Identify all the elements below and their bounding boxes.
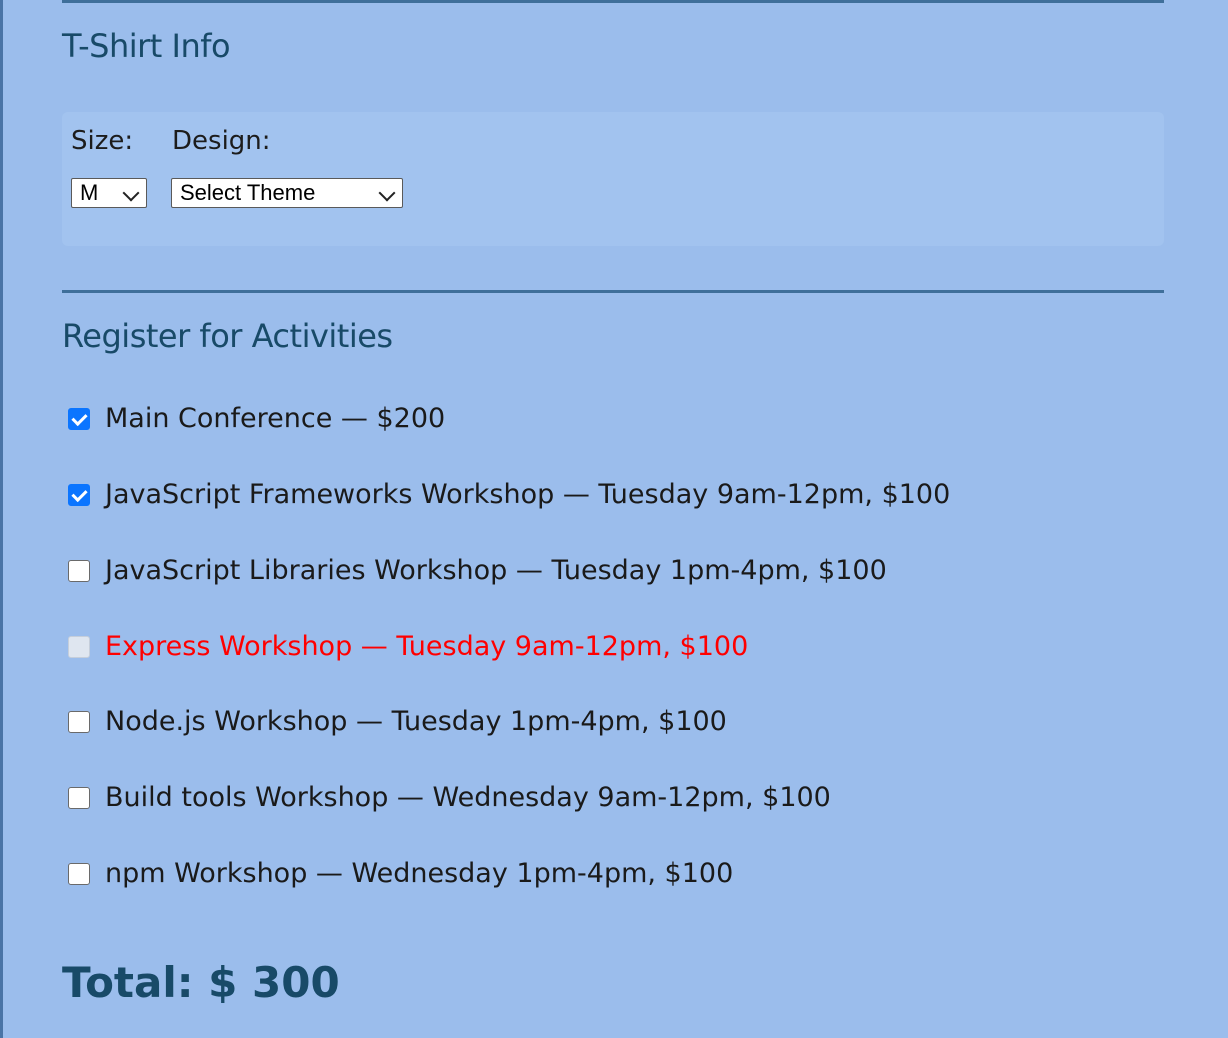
- page-left-border: [0, 0, 3, 1038]
- design-label: Design:: [172, 126, 271, 156]
- activity-checkbox[interactable]: [68, 863, 90, 885]
- activity-item[interactable]: JavaScript Libraries Workshop — Tuesday …: [68, 554, 887, 588]
- activity-checkbox[interactable]: [68, 408, 90, 430]
- activity-item[interactable]: JavaScript Frameworks Workshop — Tuesday…: [68, 478, 950, 512]
- chevron-down-icon: [122, 184, 140, 202]
- activity-label: JavaScript Libraries Workshop — Tuesday …: [105, 555, 887, 586]
- design-select[interactable]: Select Theme: [171, 178, 403, 208]
- activities-section-title: Register for Activities: [62, 317, 393, 355]
- activity-label-conflict: Express Workshop — Tuesday 9am-12pm, $10…: [105, 631, 749, 662]
- activity-checkbox[interactable]: [68, 787, 90, 809]
- total-cost: Total: $ 300: [62, 958, 340, 1007]
- activity-label: Build tools Workshop — Wednesday 9am-12p…: [105, 782, 831, 813]
- activity-checkbox[interactable]: [68, 711, 90, 733]
- registration-form: T-Shirt Info Size: Design: M Select Them…: [62, 0, 1164, 1007]
- section-divider-top: [62, 0, 1164, 3]
- activity-label: npm Workshop — Wednesday 1pm-4pm, $100: [105, 858, 734, 889]
- activity-item[interactable]: Main Conference — $200: [68, 402, 445, 436]
- size-label: Size:: [71, 126, 134, 156]
- activity-item[interactable]: npm Workshop — Wednesday 1pm-4pm, $100: [68, 857, 733, 891]
- activity-item[interactable]: Build tools Workshop — Wednesday 9am-12p…: [68, 781, 831, 815]
- activity-checkbox-disabled: [68, 636, 90, 658]
- activity-checkbox[interactable]: [68, 560, 90, 582]
- activity-label: Node.js Workshop — Tuesday 1pm-4pm, $100: [105, 706, 727, 737]
- section-divider-activities: [62, 290, 1164, 293]
- activity-item: Express Workshop — Tuesday 9am-12pm, $10…: [68, 630, 748, 664]
- activity-label: JavaScript Frameworks Workshop — Tuesday…: [105, 479, 951, 510]
- activity-label: Main Conference — $200: [105, 403, 446, 434]
- design-select-value: Select Theme: [180, 180, 316, 205]
- tshirt-section-title: T-Shirt Info: [62, 27, 231, 65]
- size-select-value: M: [80, 180, 99, 205]
- tshirt-fieldset: Size: Design: M Select Theme: [62, 112, 1164, 246]
- activity-checkbox[interactable]: [68, 484, 90, 506]
- size-select[interactable]: M: [71, 178, 147, 208]
- activity-item[interactable]: Node.js Workshop — Tuesday 1pm-4pm, $100: [68, 705, 727, 739]
- chevron-down-icon: [378, 184, 396, 202]
